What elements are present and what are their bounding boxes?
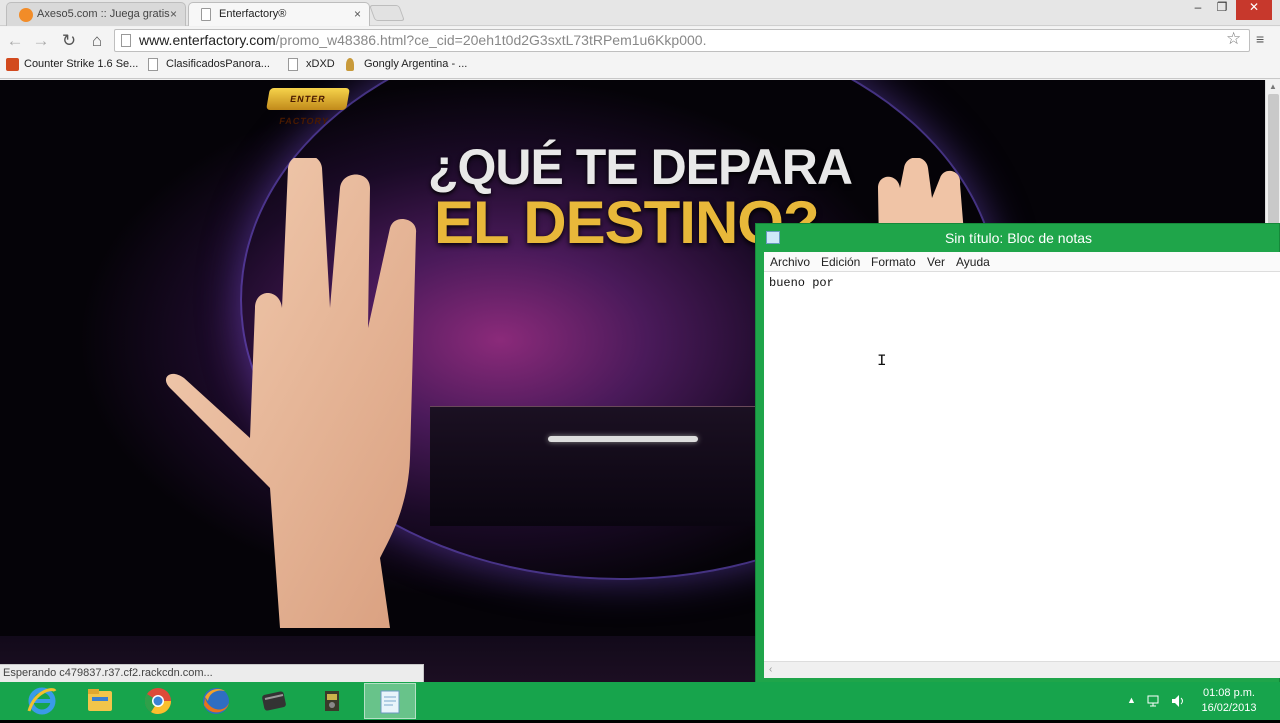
forward-button[interactable]: → bbox=[30, 30, 52, 52]
scroll-up-icon[interactable]: ▲ bbox=[1269, 82, 1277, 91]
back-button[interactable]: ← bbox=[4, 30, 26, 52]
home-button[interactable]: ⌂ bbox=[86, 30, 108, 52]
chrome-taskbar-icon[interactable] bbox=[132, 683, 184, 719]
menu-ver[interactable]: Ver bbox=[927, 255, 945, 269]
file-explorer-taskbar-icon[interactable] bbox=[74, 683, 126, 719]
internet-explorer-taskbar-icon[interactable] bbox=[16, 683, 68, 719]
app-5-taskbar-icon[interactable] bbox=[306, 683, 358, 719]
notepad-menubar: Archivo Edición Formato Ver Ayuda bbox=[764, 252, 1280, 272]
bookmark-gongly[interactable]: Gongly Argentina - ... bbox=[346, 58, 468, 71]
network-icon[interactable] bbox=[1146, 693, 1162, 709]
url-path: /promo_w48386.html?ce_cid=20eh1t0d2G3sxt… bbox=[275, 32, 707, 48]
firefox-taskbar-icon[interactable] bbox=[190, 683, 242, 719]
notepad-taskbar-icon[interactable] bbox=[364, 683, 416, 719]
notepad-icon bbox=[766, 231, 780, 244]
enterfactory-logo[interactable]: ENTER FACTORY bbox=[266, 88, 350, 126]
taskbar: ▲ 01:08 p.m. 16/02/2013 bbox=[0, 682, 1280, 720]
tab-axeso5[interactable]: Axeso5.com :: Juega gratis × bbox=[6, 2, 186, 26]
clock-time: 01:08 p.m. bbox=[1203, 687, 1255, 699]
tab-strip: Axeso5.com :: Juega gratis × Enterfactor… bbox=[0, 0, 1280, 26]
bookmark-counter-strike[interactable]: Counter Strike 1.6 Se... bbox=[6, 58, 139, 71]
minimize-button[interactable]: – bbox=[1188, 0, 1208, 20]
reload-button[interactable]: ↻ bbox=[58, 30, 80, 52]
page-icon bbox=[121, 34, 131, 47]
bookmark-star-icon[interactable]: ☆ bbox=[1226, 29, 1241, 49]
gongly-favicon-icon bbox=[346, 58, 354, 71]
page-icon bbox=[288, 58, 298, 71]
restore-button[interactable]: ❐ bbox=[1212, 0, 1232, 20]
close-icon[interactable]: × bbox=[170, 7, 177, 21]
menu-formato[interactable]: Formato bbox=[871, 255, 916, 269]
volume-icon[interactable] bbox=[1170, 693, 1186, 709]
notepad-title: Sin título: Bloc de notas bbox=[944, 230, 1093, 246]
notepad-horizontal-scrollbar[interactable]: ‹ bbox=[764, 661, 1280, 678]
menu-archivo[interactable]: Archivo bbox=[770, 255, 810, 269]
close-icon[interactable]: × bbox=[354, 7, 361, 21]
tab-enterfactory[interactable]: Enterfactory® × bbox=[188, 2, 370, 26]
clock-date: 16/02/2013 bbox=[1201, 702, 1257, 714]
address-bar[interactable]: www.enterfactory.com/promo_w48386.html?c… bbox=[114, 29, 1250, 52]
page-favicon-icon bbox=[201, 8, 211, 21]
axeso5-favicon-icon bbox=[19, 8, 33, 22]
bookmark-label: Counter Strike 1.6 Se... bbox=[24, 58, 139, 70]
tab-title: Enterfactory® bbox=[219, 8, 287, 20]
system-clock[interactable]: 01:08 p.m. 16/02/2013 bbox=[1194, 686, 1264, 716]
menu-edicion[interactable]: Edición bbox=[821, 255, 860, 269]
left-hand-image bbox=[166, 158, 417, 628]
tab-title: Axeso5.com :: Juega gratis bbox=[37, 8, 170, 20]
app-4-taskbar-icon[interactable] bbox=[248, 683, 300, 719]
notepad-window: Sin título: Bloc de notas Archivo Edició… bbox=[755, 223, 1280, 683]
chrome-menu-icon[interactable]: ≡ bbox=[1256, 31, 1270, 47]
loading-bar bbox=[548, 436, 698, 442]
bookmark-label: xDXD bbox=[306, 58, 335, 70]
bookmark-xdxd[interactable]: xDXD bbox=[288, 58, 335, 71]
page-icon bbox=[148, 58, 158, 71]
url-host: www.enterfactory.com bbox=[139, 32, 276, 48]
status-bubble: Esperando c479837.r37.cf2.rackcdn.com... bbox=[0, 664, 424, 682]
close-window-button[interactable]: ✕ bbox=[1236, 0, 1272, 20]
menu-ayuda[interactable]: Ayuda bbox=[956, 255, 990, 269]
bookmarks-bar: Counter Strike 1.6 Se... ClasificadosPan… bbox=[0, 54, 1280, 79]
tray-expand-icon[interactable]: ▲ bbox=[1127, 695, 1136, 705]
text-cursor-icon: I bbox=[877, 352, 887, 370]
bookmark-label: Gongly Argentina - ... bbox=[364, 58, 468, 70]
bookmark-clasificados[interactable]: ClasificadosPanora... bbox=[148, 58, 270, 71]
cs-favicon-icon bbox=[6, 58, 19, 71]
loading-panel bbox=[430, 406, 755, 526]
scrollbar-thumb[interactable] bbox=[1268, 94, 1279, 224]
notepad-text-area[interactable]: bueno por bbox=[764, 272, 1280, 661]
browser-window: Axeso5.com :: Juega gratis × Enterfactor… bbox=[0, 0, 1280, 80]
bookmark-label: ClasificadosPanora... bbox=[166, 58, 270, 70]
new-tab-button[interactable] bbox=[369, 5, 405, 21]
browser-toolbar: ← → ↻ ⌂ www.enterfactory.com/promo_w4838… bbox=[0, 27, 1280, 54]
